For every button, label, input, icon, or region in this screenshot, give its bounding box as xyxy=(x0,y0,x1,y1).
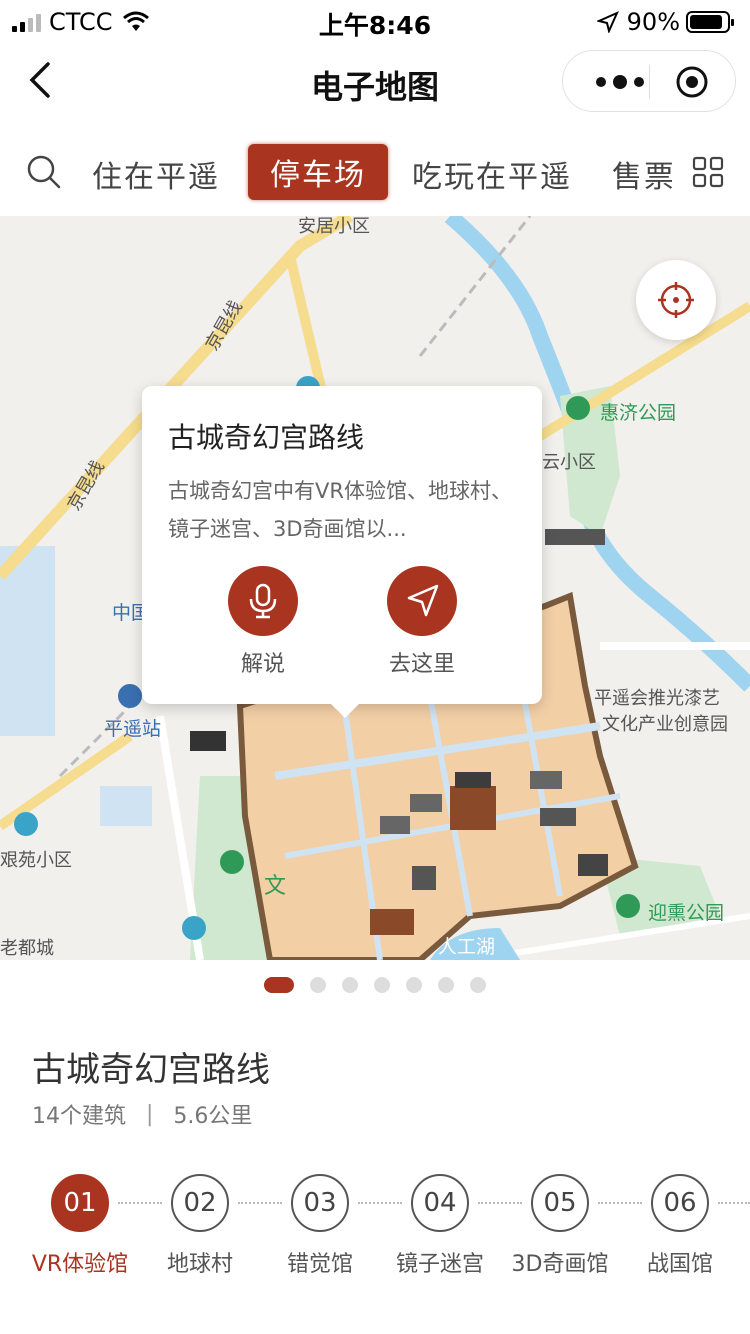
stop-connector xyxy=(718,1202,750,1204)
stop-number: 03 xyxy=(291,1174,349,1232)
popup-description: 古城奇幻宫中有VR体验馆、地球村、镜子迷宫、3D奇画馆以... xyxy=(168,479,512,541)
stop-name: 战国馆 xyxy=(646,1252,713,1277)
route-stops: 01 VR体验馆 02 地球村 03 错觉馆 04 镜子迷宫 05 3D奇画馆 … xyxy=(0,1174,750,1284)
map-label-tuiguang-2: 文化产业创意园 xyxy=(602,714,728,735)
status-bar: CTCC 上午8:46 90% xyxy=(0,0,750,40)
stop-name: 3D奇画馆 xyxy=(511,1252,609,1277)
stop-number: 06 xyxy=(651,1174,709,1232)
explain-button-circle[interactable] xyxy=(228,566,298,636)
stop-number: 04 xyxy=(411,1174,469,1232)
stop-number: 02 xyxy=(171,1174,229,1232)
carousel-dot[interactable] xyxy=(342,977,358,993)
grid-menu-icon[interactable] xyxy=(692,156,724,188)
go-here-button[interactable]: 去这里 xyxy=(367,566,477,678)
location-arrow-icon xyxy=(596,11,619,33)
stop-name: 地球村 xyxy=(166,1252,233,1277)
battery-icon xyxy=(686,11,734,33)
battery-percent: 90% xyxy=(626,8,680,36)
carousel-dot[interactable] xyxy=(374,977,390,993)
map-label-lake: 人工湖 xyxy=(438,936,496,958)
go-here-button-circle[interactable] xyxy=(387,566,457,636)
stop-name: VR体验馆 xyxy=(31,1252,129,1277)
microphone-icon xyxy=(249,583,277,619)
map-label-ducheng: 老都城 xyxy=(0,938,54,959)
tab-stay[interactable]: 住在平遥 xyxy=(92,152,220,196)
go-here-label: 去这里 xyxy=(388,652,455,677)
carousel-dot[interactable] xyxy=(470,977,486,993)
stop-item[interactable]: 04 镜子迷宫 xyxy=(380,1174,500,1278)
carousel-dot[interactable] xyxy=(406,977,422,993)
status-right: 90% xyxy=(596,8,734,36)
map-label-yingxun-park: 迎熏公园 xyxy=(648,902,725,924)
route-title: 古城奇幻宫路线 xyxy=(32,1050,270,1090)
map-label-tuiguang-1: 平遥会推光漆艺 xyxy=(594,688,720,709)
more-icon[interactable] xyxy=(591,71,649,93)
carousel-dot[interactable] xyxy=(438,977,454,993)
map-label-yuan-community: 艰苑小区 xyxy=(0,850,72,871)
building-count: 14个建筑 xyxy=(32,1104,126,1129)
carousel-indicator xyxy=(0,976,750,994)
meta-divider: | xyxy=(146,1101,154,1127)
carousel-dot[interactable] xyxy=(264,977,294,993)
stop-name: 镜子迷宫 xyxy=(395,1252,484,1277)
stop-name: 错觉馆 xyxy=(286,1252,353,1277)
map-view[interactable]: 安居小区 京昆线 京昆线 惠济公园 云小区 中国 平遥站 艰苑小区 老都城 平遥… xyxy=(0,216,750,960)
map-label-yun-community: 云小区 xyxy=(542,452,596,473)
capsule-divider xyxy=(649,65,650,99)
stop-number: 05 xyxy=(531,1174,589,1232)
stop-item[interactable]: 05 3D奇画馆 xyxy=(500,1174,620,1278)
navigation-bar: 电子地图 xyxy=(0,40,750,122)
route-distance: 5.6公里 xyxy=(173,1104,253,1129)
popup-title: 古城奇幻宫路线 xyxy=(168,421,365,454)
close-miniprogram-icon[interactable] xyxy=(675,65,709,99)
map-label-huiji-park: 惠济公园 xyxy=(600,402,677,424)
map-label-anju: 安居小区 xyxy=(298,216,370,237)
tab-parking[interactable]: 停车场 xyxy=(248,144,388,200)
stop-item[interactable]: 01 VR体验馆 xyxy=(20,1174,140,1278)
tab-tickets[interactable]: 售票 xyxy=(612,152,672,196)
stop-item[interactable]: 03 错觉馆 xyxy=(260,1174,380,1278)
route-meta: 14个建筑 | 5.6公里 xyxy=(32,1098,252,1130)
map-label-wen: 文 xyxy=(264,874,287,899)
stop-item[interactable]: 02 地球村 xyxy=(140,1174,260,1278)
carousel-dot[interactable] xyxy=(310,977,326,993)
category-tabs: 住在平遥 停车场 吃玩在平遥 售票 xyxy=(0,122,750,216)
stop-item[interactable]: 06 战国馆 xyxy=(620,1174,740,1278)
explain-button[interactable]: 解说 xyxy=(208,566,318,678)
miniprogram-capsule xyxy=(562,50,736,112)
map-label-pingyao-station: 平遥站 xyxy=(104,718,162,740)
locate-button[interactable] xyxy=(636,260,716,340)
crosshair-icon xyxy=(658,282,694,318)
stop-number: 01 xyxy=(51,1174,109,1232)
navigate-arrow-icon xyxy=(407,584,439,617)
route-popup: 古城奇幻宫路线 古城奇幻宫中有VR体验馆、地球村、镜子迷宫、3D奇画馆以... … xyxy=(142,386,542,718)
tab-eat-play[interactable]: 吃玩在平遥 xyxy=(412,152,572,196)
explain-label: 解说 xyxy=(240,652,285,677)
search-icon[interactable] xyxy=(26,154,62,190)
